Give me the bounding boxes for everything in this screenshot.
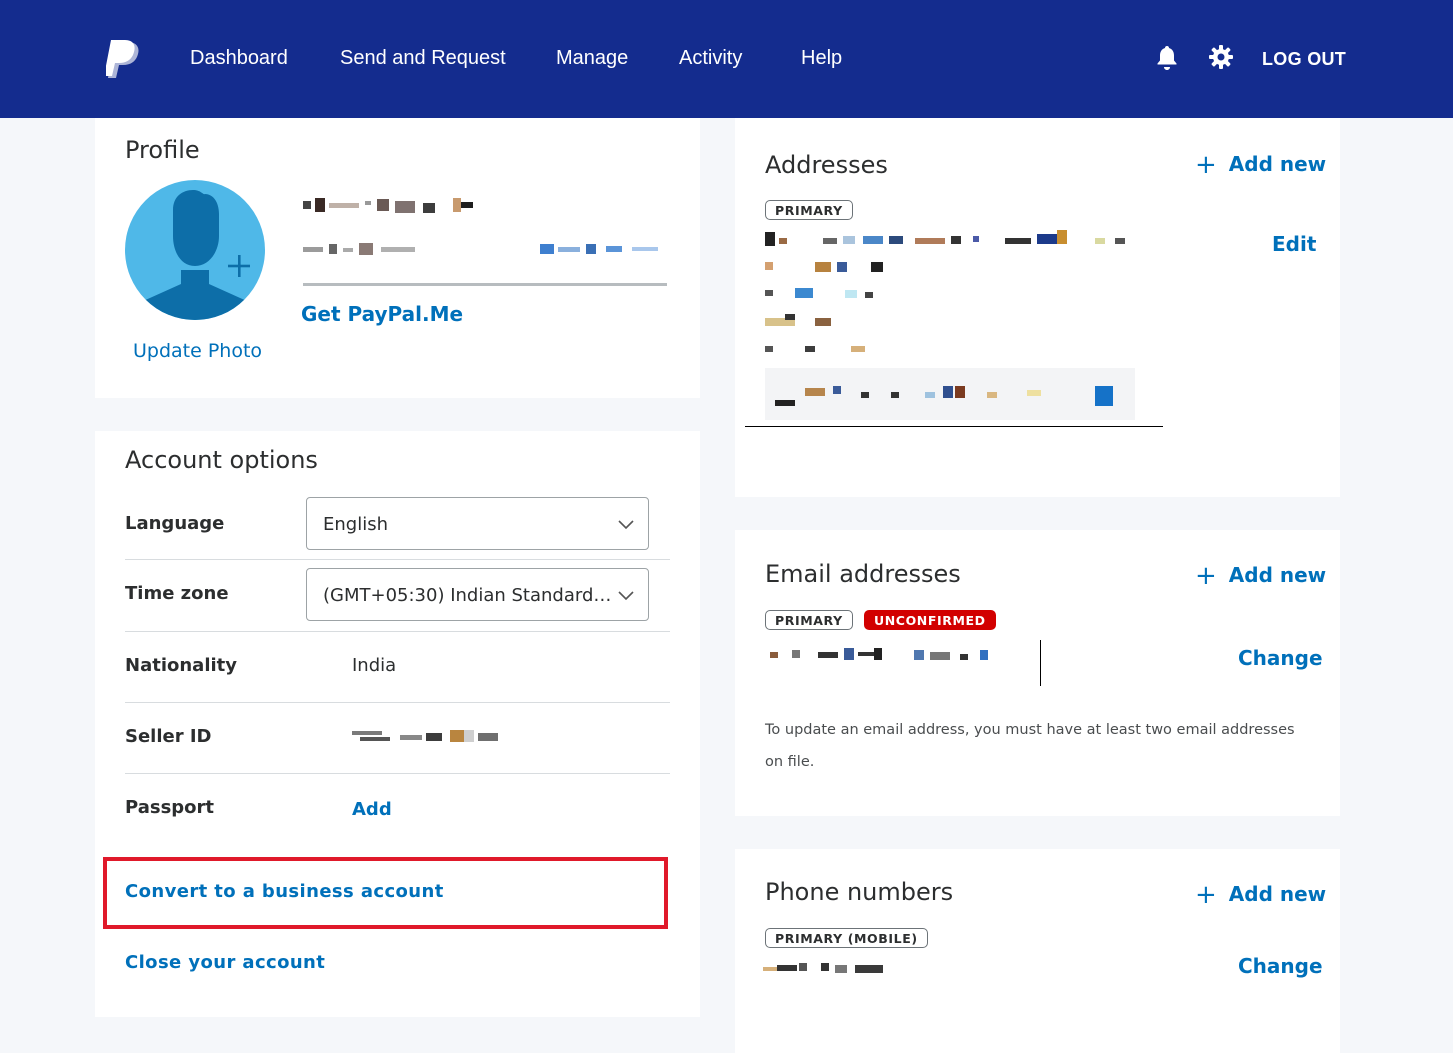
update-photo-link[interactable]: Update Photo bbox=[133, 340, 262, 362]
timezone-value: (GMT+05:30) Indian Standard Time bbox=[323, 585, 613, 606]
gear-icon[interactable] bbox=[1208, 44, 1234, 70]
redacted-email bbox=[770, 648, 1030, 668]
add-passport-link[interactable]: Add bbox=[352, 799, 392, 820]
addresses-card: Addresses + Add new PRIMARY Edit bbox=[735, 118, 1340, 497]
primary-mobile-badge: PRIMARY (MOBILE) bbox=[765, 928, 928, 948]
add-email-button[interactable]: + Add new bbox=[1195, 561, 1326, 591]
add-new-label: Add new bbox=[1228, 563, 1327, 587]
account-options-title: Account options bbox=[125, 446, 318, 474]
redacted-info bbox=[303, 242, 423, 258]
chevron-down-icon bbox=[618, 591, 634, 601]
language-select[interactable]: English bbox=[306, 497, 649, 550]
phone-title: Phone numbers bbox=[765, 878, 954, 906]
nav-activity[interactable]: Activity bbox=[679, 47, 742, 70]
plus-icon: + bbox=[1195, 150, 1217, 180]
language-value: English bbox=[323, 514, 388, 535]
phone-card: Phone numbers + Add new PRIMARY (MOBILE) … bbox=[735, 849, 1340, 1053]
nationality-label: Nationality bbox=[125, 655, 237, 676]
language-label: Language bbox=[125, 513, 225, 534]
text-cursor bbox=[1040, 640, 1041, 686]
address-underline bbox=[745, 426, 1163, 427]
plus-icon: + bbox=[1195, 880, 1217, 910]
redacted-address-highlight bbox=[765, 368, 1135, 420]
top-nav-bar: Dashboard Send and Request Manage Activi… bbox=[0, 0, 1453, 118]
bell-icon[interactable] bbox=[1154, 44, 1180, 70]
change-email-link[interactable]: Change bbox=[1238, 646, 1323, 670]
row-divider bbox=[125, 773, 670, 774]
paypal-logo[interactable] bbox=[106, 40, 142, 80]
timezone-select[interactable]: (GMT+05:30) Indian Standard Time bbox=[306, 568, 649, 621]
nav-help[interactable]: Help bbox=[801, 47, 842, 70]
passport-label: Passport bbox=[125, 797, 215, 818]
nationality-value: India bbox=[352, 655, 397, 676]
redacted-phone bbox=[763, 961, 893, 977]
profile-title: Profile bbox=[125, 136, 200, 164]
primary-badge: PRIMARY bbox=[765, 610, 853, 630]
row-divider bbox=[125, 631, 670, 632]
plus-icon: + bbox=[1195, 561, 1217, 591]
email-title: Email addresses bbox=[765, 560, 961, 588]
add-address-button[interactable]: + Add new bbox=[1195, 150, 1326, 180]
nav-dashboard[interactable]: Dashboard bbox=[190, 47, 288, 70]
profile-card: Profile Update Photo Get PayPal.Me bbox=[95, 118, 700, 398]
primary-badge: PRIMARY bbox=[765, 200, 853, 220]
email-note: To update an email address, you must hav… bbox=[765, 722, 1295, 770]
email-card: Email addresses + Add new PRIMARY UNCONFI… bbox=[735, 530, 1340, 816]
addresses-title: Addresses bbox=[765, 151, 888, 179]
nav-manage[interactable]: Manage bbox=[556, 47, 628, 70]
convert-to-business-link[interactable]: Convert to a business account bbox=[125, 881, 444, 902]
account-options-card: Account options Language English Time zo… bbox=[95, 431, 700, 1017]
add-new-label: Add new bbox=[1228, 152, 1327, 176]
logout-button[interactable]: LOG OUT bbox=[1262, 49, 1346, 70]
redacted-seller-id bbox=[352, 729, 502, 745]
edit-address-link[interactable]: Edit bbox=[1272, 232, 1316, 256]
redacted-address bbox=[765, 230, 1135, 370]
timezone-label: Time zone bbox=[125, 583, 229, 604]
close-account-link[interactable]: Close your account bbox=[125, 952, 325, 973]
add-phone-button[interactable]: + Add new bbox=[1195, 880, 1326, 910]
get-paypal-me-link[interactable]: Get PayPal.Me bbox=[301, 302, 463, 326]
unconfirmed-badge: UNCONFIRMED bbox=[864, 610, 996, 630]
change-phone-link[interactable]: Change bbox=[1238, 954, 1323, 978]
add-new-label: Add new bbox=[1228, 882, 1327, 906]
redacted-name bbox=[303, 198, 483, 216]
avatar[interactable] bbox=[125, 180, 265, 320]
row-divider bbox=[125, 559, 670, 560]
seller-id-label: Seller ID bbox=[125, 726, 212, 747]
nav-send-and-request[interactable]: Send and Request bbox=[340, 47, 506, 70]
redacted-info-2 bbox=[540, 242, 660, 258]
row-divider bbox=[125, 702, 670, 703]
chevron-down-icon bbox=[618, 520, 634, 530]
profile-divider bbox=[303, 283, 667, 286]
